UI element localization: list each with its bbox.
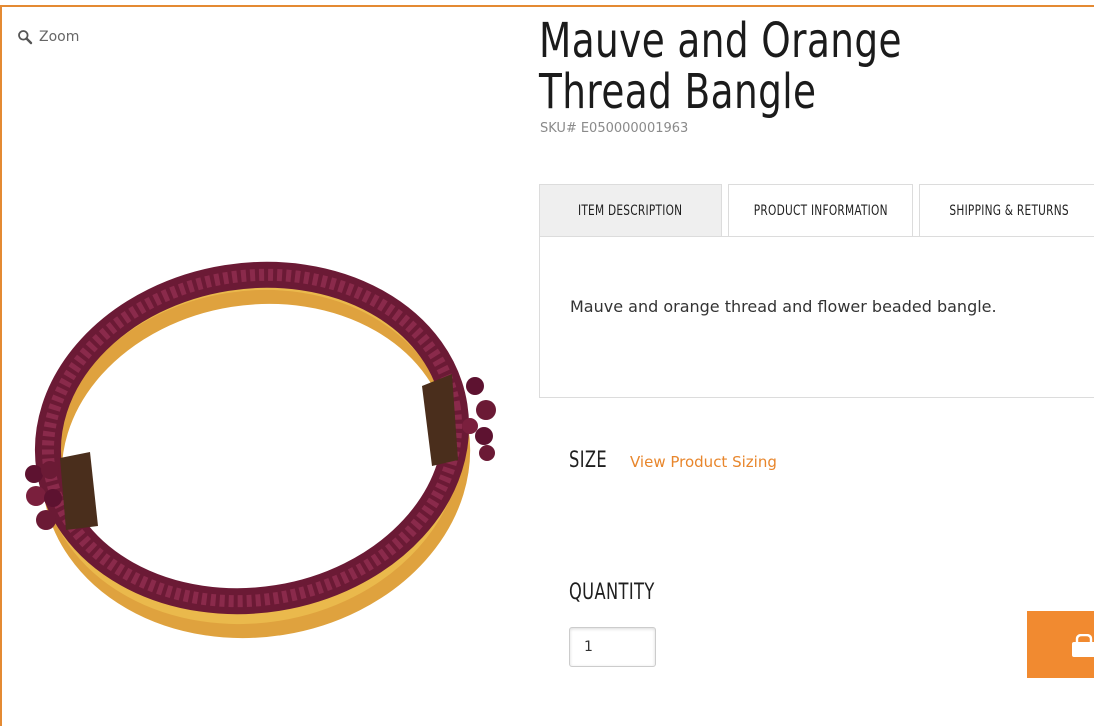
tab-label: ITEM DESCRIPTION — [578, 203, 683, 219]
tab-product-information[interactable]: PRODUCT INFORMATION — [728, 184, 913, 237]
zoom-label: Zoom — [39, 29, 80, 45]
zoom-button[interactable]: Zoom — [17, 29, 79, 45]
sku-prefix: SKU# — [540, 121, 577, 136]
product-image[interactable] — [20, 260, 510, 650]
tab-label: PRODUCT INFORMATION — [753, 203, 888, 219]
tab-item-description[interactable]: ITEM DESCRIPTION — [539, 184, 722, 237]
tab-panel-item-description: Mauve and orange thread and flower beade… — [539, 236, 1094, 398]
quantity-label: QUANTITY — [569, 580, 655, 605]
item-description-text: Mauve and orange thread and flower beade… — [570, 297, 997, 316]
tab-label: SHIPPING & RETURNS — [949, 203, 1069, 219]
size-label: SIZE — [569, 448, 608, 473]
product-tabs: ITEM DESCRIPTION PRODUCT INFORMATION SHI… — [539, 184, 1094, 237]
magnifier-icon — [18, 30, 33, 45]
product-title: Mauve and Orange Thread Bangle — [539, 13, 902, 120]
view-product-sizing-link[interactable]: View Product Sizing — [630, 453, 777, 471]
add-to-cart-button[interactable] — [1027, 611, 1094, 678]
tab-shipping-returns[interactable]: SHIPPING & RETURNS — [919, 184, 1094, 237]
quantity-input[interactable] — [569, 627, 656, 667]
shopping-bag-icon — [1072, 634, 1094, 657]
sku-value: E050000001963 — [580, 121, 689, 136]
product-sku: SKU# E050000001963 — [540, 121, 688, 136]
